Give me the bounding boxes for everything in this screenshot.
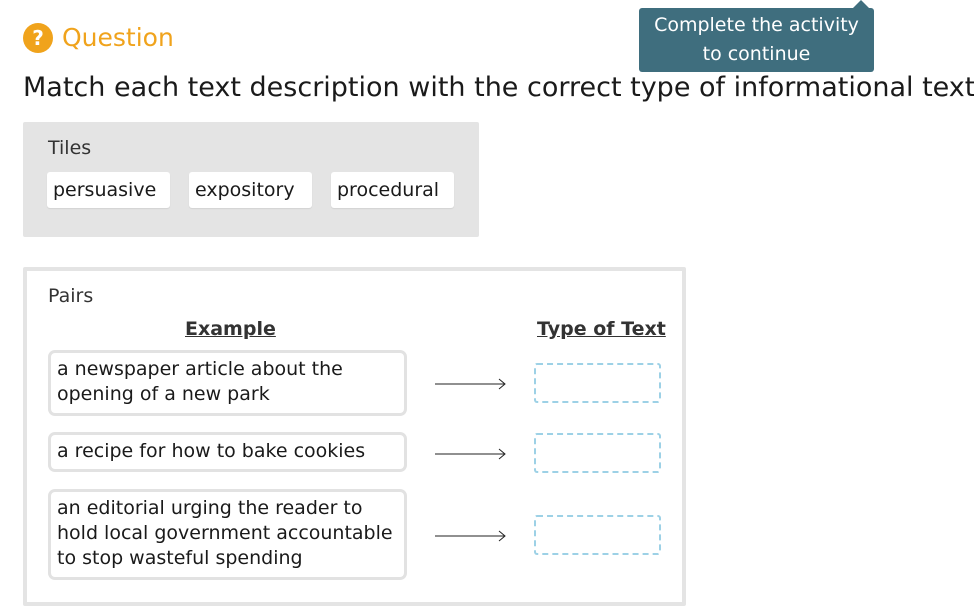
tile-persuasive[interactable]: persuasive [47,172,170,208]
question-header: ? Question [23,23,174,53]
question-prompt: Match each text description with the cor… [23,72,974,103]
arrow-icon [435,448,506,460]
question-icon: ? [23,23,53,53]
continue-tooltip: Complete the activity to continue [639,0,874,72]
arrow-icon [435,530,506,542]
tooltip-line-1: Complete the activity [654,14,859,36]
arrow-icon [435,378,506,390]
type-column-header: Type of Text [537,318,666,340]
example-item: a recipe for how to bake cookies [48,432,407,472]
tiles-panel: Tiles persuasive expository procedural [23,122,479,237]
question-label: Question [62,23,174,52]
tile-expository[interactable]: expository [189,172,312,208]
drop-target-3[interactable] [534,515,661,555]
example-item: an editorial urging the reader to hold l… [48,489,407,580]
pairs-title: Pairs [48,285,94,307]
activity-page: ? Question Complete the activity to cont… [0,0,974,613]
tiles-title: Tiles [48,137,92,159]
pairs-panel: Pairs Example Type of Text a newspaper a… [23,267,686,606]
tile-procedural[interactable]: procedural [331,172,454,208]
example-column-header: Example [185,318,276,340]
drop-target-1[interactable] [534,363,661,403]
example-item: a newspaper article about the opening of… [48,350,407,416]
tooltip-line-2: to continue [702,43,811,65]
drop-target-2[interactable] [534,433,661,473]
